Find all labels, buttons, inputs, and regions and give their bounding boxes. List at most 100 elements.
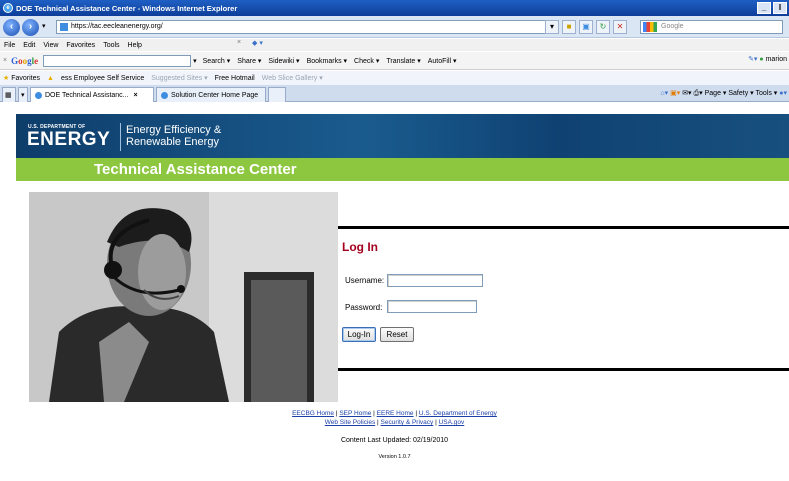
address-tools: ▾ ■ ▣ ↻ ✕ <box>545 20 627 34</box>
home-icon[interactable]: ⌂▾ <box>660 90 668 97</box>
google-share-button[interactable]: Share ▾ <box>237 57 261 65</box>
password-label: Password: <box>345 303 383 312</box>
favorites-bar: ★ Favorites ▲ ess Employee Self Service … <box>0 71 789 85</box>
forward-button[interactable]: › <box>22 19 39 36</box>
print-icon[interactable]: ⎙▾ <box>694 90 703 97</box>
program-name: Energy Efficiency & Renewable Energy <box>126 124 221 148</box>
back-button[interactable]: ‹ <box>3 19 20 36</box>
address-url: https://tac.eecleanenergy.org/ <box>71 23 163 30</box>
username-label: Username: <box>345 276 385 285</box>
login-button[interactable]: Log-In <box>342 327 376 342</box>
tab-bar: ▦ ▾ DOE Technical Assistanc... × Solutio… <box>0 85 789 102</box>
header-divider <box>120 123 121 151</box>
google-tools: Search ▾ Share ▾ Sidewiki ▾ Bookmarks ▾ … <box>203 57 457 65</box>
feeds-icon[interactable]: ▣▾ <box>670 90 680 97</box>
command-bar-menus[interactable]: Page ▾ Safety ▾ Tools ▾ <box>705 90 778 97</box>
tab-solution-center[interactable]: Solution Center Home Page <box>156 87 266 102</box>
tab-page-icon <box>35 91 42 99</box>
footer-link-us-doe[interactable]: U.S. Department of Energy <box>419 410 497 417</box>
menu-file[interactable]: File <box>4 42 15 49</box>
menu-edit[interactable]: Edit <box>23 42 35 49</box>
google-user-name: marion <box>765 56 787 63</box>
google-check-button[interactable]: Check ▾ <box>354 57 379 65</box>
google-search-dropdown-icon[interactable]: ▾ <box>193 57 197 65</box>
window-title: DOE Technical Assistance Center - Window… <box>16 3 238 13</box>
tab-doe-technical-assistance[interactable]: DOE Technical Assistanc... × <box>30 87 154 102</box>
window-controls: _ I <box>757 2 787 14</box>
footer-links-row-1: EECBG Home | SEP Home | EERE Home | U.S.… <box>0 410 789 417</box>
doe-logo-text: ENERGY <box>27 129 111 150</box>
recent-pages-dropdown-icon[interactable]: ▾ <box>42 22 46 30</box>
page-banner: Technical Assistance Center <box>16 158 789 181</box>
google-sidewiki-button[interactable]: Sidewiki ▾ <box>268 57 299 65</box>
maximize-button[interactable]: I <box>773 2 787 14</box>
footer-link-sep-home[interactable]: SEP Home <box>339 410 371 417</box>
search-input[interactable]: Google <box>640 20 783 34</box>
window-title-bar: e DOE Technical Assistance Center - Wind… <box>0 0 789 16</box>
address-input[interactable]: https://tac.eecleanenergy.org/ <box>56 20 550 34</box>
google-logo: Google <box>11 55 39 66</box>
favorites-button[interactable]: ★ Favorites <box>3 74 40 82</box>
favorite-web-slice-gallery[interactable]: Web Slice Gallery ▾ <box>262 74 323 82</box>
google-bookmarks-button[interactable]: Bookmarks ▾ <box>307 57 347 65</box>
headset-agent-photo <box>29 192 338 402</box>
program-line-2: Renewable Energy <box>126 136 219 148</box>
google-search-input[interactable] <box>43 54 192 67</box>
close-google-toolbar-icon[interactable]: × <box>3 57 7 64</box>
mail-icon[interactable]: ✉▾ <box>682 90 691 97</box>
command-bar[interactable]: ⌂▾ ▣▾ ✉▾ ⎙▾ Page ▾ Safety ▾ Tools ▾ ●▾ <box>660 89 787 98</box>
login-rule-bottom <box>338 368 789 371</box>
menu-view[interactable]: View <box>43 42 58 49</box>
new-tab-button[interactable] <box>268 87 286 102</box>
address-row: ‹ › ▾ https://tac.eecleanenergy.org/ ▾ ■… <box>0 16 789 38</box>
tab-list-button[interactable]: ▾ <box>18 87 28 102</box>
favorite-free-hotmail[interactable]: Free Hotmail <box>215 75 255 82</box>
minimize-button[interactable]: _ <box>757 2 771 14</box>
google-search-button[interactable]: Search ▾ <box>203 57 231 65</box>
footer-link-security-privacy[interactable]: Security & Privacy <box>381 419 434 426</box>
menu-tools[interactable]: Tools <box>103 42 119 49</box>
google-autofill-button[interactable]: AutoFill ▾ <box>428 57 457 65</box>
content-last-updated: Content Last Updated: 02/19/2010 <box>340 437 449 444</box>
menu-favorites[interactable]: Favorites <box>66 42 95 49</box>
dropdown-icon[interactable]: ▾ <box>545 20 559 34</box>
close-toolbar-icon[interactable]: × <box>237 39 241 46</box>
lock-icon[interactable]: ■ <box>562 20 576 34</box>
footer-link-web-site-policies[interactable]: Web Site Policies <box>325 419 375 426</box>
google-translate-button[interactable]: Translate ▾ <box>386 57 420 65</box>
help-icon[interactable]: ●▾ <box>779 90 787 97</box>
refresh-icon[interactable]: ↻ <box>596 20 610 34</box>
footer-link-usa-gov[interactable]: USA.gov <box>439 419 465 426</box>
compat-view-icon[interactable]: ▣ <box>579 20 593 34</box>
ie-logo-icon: e <box>3 3 13 13</box>
login-rule-top <box>338 226 789 229</box>
search-placeholder: Google <box>661 23 684 30</box>
google-search-provider-icon <box>643 22 657 32</box>
star-icon: ★ <box>3 75 10 82</box>
tab-label: DOE Technical Assistanc... <box>45 91 129 99</box>
page-icon <box>60 23 68 31</box>
menu-bar: File Edit View Favorites Tools Help × ◆ … <box>0 39 789 51</box>
program-line-1: Energy Efficiency & <box>126 124 222 136</box>
quick-tabs-button[interactable]: ▦ <box>2 87 16 102</box>
username-input[interactable] <box>387 274 483 287</box>
footer-link-eere-home[interactable]: EERE Home <box>377 410 414 417</box>
wrench-icon: ✎▾ <box>748 56 758 63</box>
stop-icon[interactable]: ✕ <box>613 20 627 34</box>
tab-close-icon[interactable]: × <box>134 92 138 99</box>
version-text: Version 1.0.7 <box>378 454 411 460</box>
reset-button[interactable]: Reset <box>380 327 414 342</box>
add-on-icon[interactable]: ◆ ▾ <box>252 39 263 47</box>
status-dot-icon: ● <box>759 56 764 63</box>
favorite-suggested-sites[interactable]: Suggested Sites ▾ <box>151 74 207 82</box>
password-input[interactable] <box>387 300 477 313</box>
favorites-label: Favorites <box>11 75 41 82</box>
photo-illustration <box>29 192 338 402</box>
add-favorite-icon[interactable]: ▲ <box>47 75 54 82</box>
footer-link-eecbg-home[interactable]: EECBG Home <box>292 410 334 417</box>
favorite-ess[interactable]: ess Employee Self Service <box>61 75 144 82</box>
google-user-menu[interactable]: ✎▾ ● marion <box>748 55 787 63</box>
menu-help[interactable]: Help <box>128 42 142 49</box>
footer-links-row-2: Web Site Policies | Security & Privacy |… <box>0 419 789 426</box>
tab-label: Solution Center Home Page <box>171 91 259 99</box>
